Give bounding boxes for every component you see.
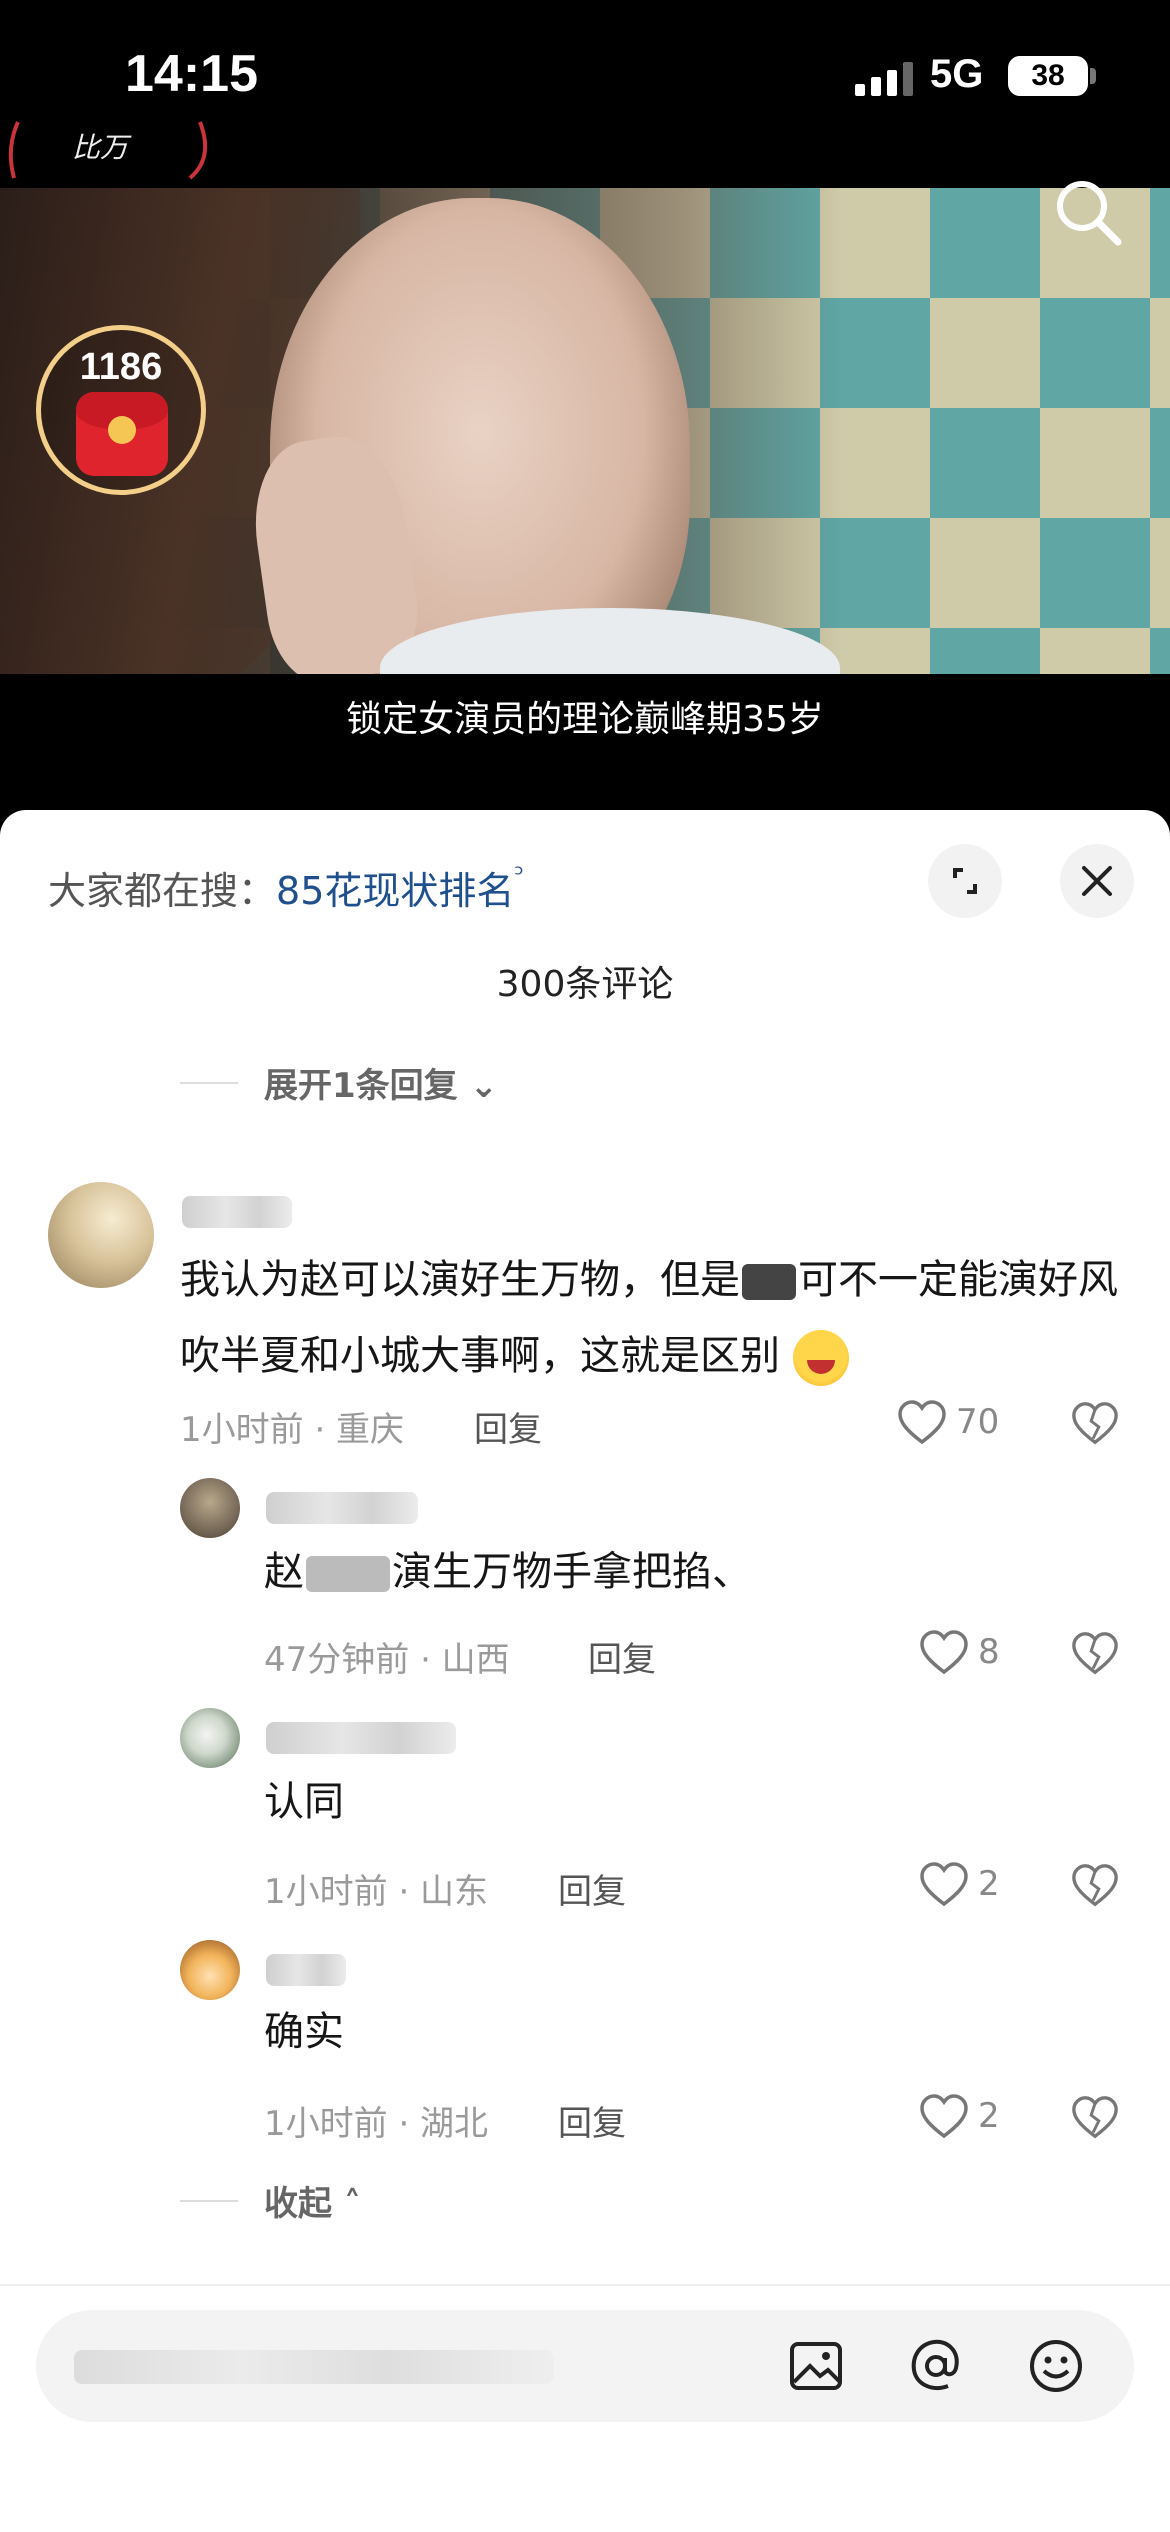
heart-icon bbox=[898, 1400, 946, 1445]
dislike-icon[interactable] bbox=[1070, 1630, 1120, 1680]
like-count: 2 bbox=[978, 2096, 1000, 2136]
reply-button[interactable]: 回复 bbox=[474, 1402, 542, 1451]
like-button[interactable]: 8 bbox=[918, 1628, 1038, 1680]
emoji-icon[interactable] bbox=[1026, 2336, 1086, 2396]
avatar[interactable] bbox=[180, 1478, 240, 1538]
input-placeholder-blurred bbox=[74, 2350, 554, 2384]
crying-laugh-emoji-icon bbox=[792, 1330, 849, 1386]
reply-time-location: 1小时前 · 湖北 bbox=[264, 2104, 489, 2144]
close-icon bbox=[1082, 866, 1112, 896]
reply-button[interactable]: 回复 bbox=[558, 1864, 626, 1913]
reply-button[interactable]: 回复 bbox=[558, 2096, 626, 2145]
expand-replies-label: 展开1条回复 ⌄ bbox=[264, 1066, 498, 1106]
top-tag[interactable]: 比万 bbox=[0, 118, 220, 188]
status-time: 14:15 bbox=[125, 45, 258, 103]
red-packet-count: 1186 bbox=[79, 346, 163, 388]
username-blurred[interactable] bbox=[266, 1492, 418, 1524]
username-blurred[interactable] bbox=[266, 1722, 456, 1754]
dislike-icon[interactable] bbox=[1070, 1862, 1120, 1912]
tag-text: 比万 bbox=[72, 131, 129, 164]
like-button[interactable]: 2 bbox=[918, 1860, 1038, 1912]
like-count: 70 bbox=[956, 1402, 1000, 1442]
hot-search[interactable]: 大家都在搜：85花现状排名ᵓ bbox=[48, 860, 524, 915]
signal-icon bbox=[855, 62, 913, 96]
comment-count: 300条评论 bbox=[496, 964, 674, 1005]
at-icon[interactable] bbox=[906, 2336, 966, 2396]
fold-divider bbox=[180, 1082, 238, 1084]
redaction-mark bbox=[742, 1264, 796, 1300]
comment-time-location: 1小时前 · 重庆 bbox=[180, 1410, 405, 1450]
heart-icon bbox=[920, 1862, 968, 1907]
username-blurred[interactable] bbox=[182, 1196, 292, 1228]
red-packet-badge[interactable]: 1186 bbox=[36, 325, 206, 495]
comment-input[interactable] bbox=[36, 2310, 1134, 2422]
reply-text: 认同 bbox=[264, 1779, 344, 1825]
avatar[interactable] bbox=[180, 1708, 240, 1768]
redaction-mark bbox=[306, 1556, 390, 1592]
like-button[interactable]: 70 bbox=[896, 1398, 1036, 1450]
video-caption: 锁定女演员的理论巅峰期35岁 bbox=[346, 699, 824, 740]
search-small-icon: ᵓ bbox=[514, 860, 524, 890]
avatar[interactable] bbox=[48, 1182, 154, 1288]
network-type: 5G bbox=[930, 52, 984, 96]
red-packet-icon bbox=[76, 392, 168, 476]
hot-search-term[interactable]: 85花现状排名 bbox=[276, 869, 514, 913]
expand-icon bbox=[953, 868, 977, 894]
collapse-label: 收起 ˄ bbox=[264, 2184, 361, 2224]
search-icon[interactable] bbox=[1052, 176, 1124, 248]
heart-icon bbox=[920, 2094, 968, 2139]
reply-time-location: 47分钟前 · 山西 bbox=[264, 1640, 510, 1680]
fold-divider bbox=[180, 2200, 238, 2202]
hot-search-prefix: 大家都在搜： bbox=[48, 869, 277, 913]
like-count: 2 bbox=[978, 1864, 1000, 1904]
battery-tip bbox=[1090, 68, 1096, 84]
collapse-replies-button[interactable]: 收起 ˄ bbox=[180, 2176, 480, 2226]
image-icon[interactable] bbox=[786, 2336, 846, 2396]
username-blurred[interactable] bbox=[266, 1954, 346, 1986]
heart-icon bbox=[920, 1630, 968, 1675]
reply-button[interactable]: 回复 bbox=[588, 1632, 656, 1681]
reply-text: 确实 bbox=[264, 2009, 344, 2055]
reply-text: 赵演生万物手拿把掐、 bbox=[264, 1549, 752, 1595]
like-button[interactable]: 2 bbox=[918, 2092, 1038, 2144]
expand-button[interactable] bbox=[928, 844, 1002, 918]
reply-time-location: 1小时前 · 山东 bbox=[264, 1872, 489, 1912]
avatar[interactable] bbox=[180, 1940, 240, 2000]
input-divider bbox=[0, 2284, 1170, 2286]
dislike-icon[interactable] bbox=[1070, 1400, 1120, 1450]
battery-icon: 38 bbox=[1008, 56, 1088, 96]
expand-replies-button[interactable]: 展开1条回复 ⌄ bbox=[180, 1058, 580, 1108]
dislike-icon[interactable] bbox=[1070, 2094, 1120, 2144]
close-button[interactable] bbox=[1060, 844, 1134, 918]
comment-text: 我认为赵可以演好生万物，但是 可不一定能演好风吹半夏和小城大事啊，这就是区别 bbox=[180, 1242, 1120, 1394]
comment-sheet: 大家都在搜：85花现状排名ᵓ 300条评论 展开1条回复 ⌄ 我认为赵可以演好生… bbox=[0, 810, 1170, 2532]
like-count: 8 bbox=[978, 1632, 1000, 1672]
